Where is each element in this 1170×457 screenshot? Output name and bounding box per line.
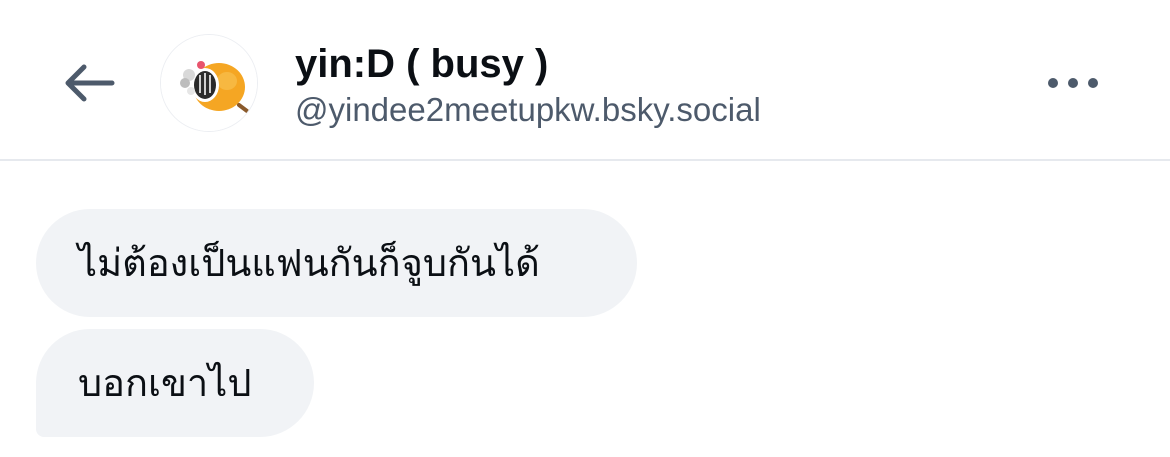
user-handle[interactable]: @yindee2meetupkw.bsky.social: [295, 90, 761, 130]
display-name[interactable]: yin:D ( busy ): [295, 38, 548, 90]
message-text: ไม่ต้องเป็นแฟนกันก็จูบกันได้: [78, 241, 540, 285]
arrow-left-icon: [65, 64, 115, 102]
message-bubble[interactable]: บอกเขาไป: [36, 329, 314, 437]
back-button[interactable]: [52, 50, 124, 116]
avatar[interactable]: [160, 34, 258, 132]
avatar-image: [161, 35, 257, 131]
conversation-header: yin:D ( busy ) @yindee2meetupkw.bsky.soc…: [0, 0, 1170, 161]
message-bubble[interactable]: ไม่ต้องเป็นแฟนกันก็จูบกันได้: [36, 209, 637, 317]
more-horizontal-icon: [1048, 78, 1098, 88]
more-options-button[interactable]: [1040, 62, 1106, 104]
message-text: บอกเขาไป: [78, 361, 252, 405]
